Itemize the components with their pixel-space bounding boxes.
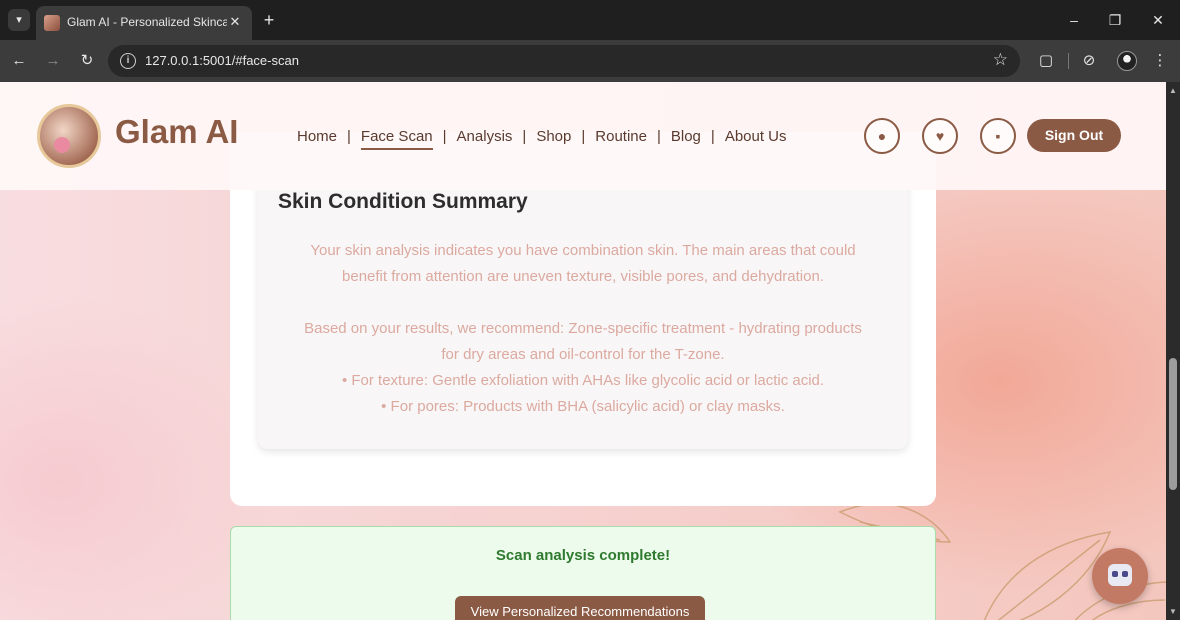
url-text[interactable]: 127.0.0.1:5001/#face-scan [145,53,299,68]
forward-arrow-icon[interactable]: → [43,51,63,71]
page-viewport: Skin Condition Summary Your skin analysi… [0,82,1166,620]
profile-avatar-icon[interactable] [1117,51,1137,71]
nav-separator: | [347,128,351,145]
back-arrow-icon[interactable]: ← [9,51,29,71]
nav-separator: | [710,128,715,145]
nav-face-scan[interactable]: Face Scan [360,128,433,150]
main-nav: Home | Face Scan | Analysis | Shop | Routine | Blo… [297,128,787,150]
page-scrollbar[interactable]: ▲ ▼ [1166,82,1180,620]
scroll-up-arrow-icon[interactable]: ▲ [1169,86,1177,95]
scan-complete-message: Scan analysis complete! [495,547,671,564]
chatbot-launcher-button[interactable] [1092,548,1148,604]
nav-shop[interactable]: Shop [536,128,571,145]
user-account-icon[interactable]: ● [864,118,900,154]
nav-separator: | [442,128,447,145]
browser-toolbar: ← → ↻ i 127.0.0.1:5001/#face-scan ☆ ▢ ⊘ … [0,40,1180,82]
performance-icon[interactable]: ⊘ [1078,50,1100,72]
glam-ai-logo[interactable] [37,104,101,168]
view-recommendations-button[interactable]: View Personalized Recommendations [455,596,705,620]
reload-icon[interactable]: ↻ [77,51,97,71]
site-favicon-icon [44,15,60,31]
shopping-bag-icon[interactable]: ▪ [980,118,1016,154]
summary-line: Your skin analysis indicates you have co… [310,242,856,259]
nav-home[interactable]: Home [297,128,337,145]
bookmark-star-icon[interactable]: ☆ [993,50,1008,70]
address-bar[interactable]: i 127.0.0.1:5001/#face-scan ☆ [108,45,1020,77]
nav-about-us[interactable]: About Us [725,128,787,145]
more-menu-icon[interactable]: ⋮ [1149,50,1171,72]
new-tab-button[interactable]: + [258,9,280,31]
summary-line: Based on your results, we recommend: Zon… [304,320,862,337]
minimize-icon[interactable]: – [1062,10,1086,30]
close-window-icon[interactable]: ✕ [1146,10,1170,30]
tab-close-icon[interactable]: ✕ [226,13,244,31]
nav-analysis[interactable]: Analysis [457,128,513,145]
site-info-icon[interactable]: i [120,53,136,69]
sign-out-button[interactable]: Sign Out [1027,119,1121,152]
summary-body: Your skin analysis indicates you have co… [268,238,898,420]
summary-line: for dry areas and oil-control for the T-… [441,346,725,363]
summary-line: • For texture: Gentle exfoliation with A… [341,372,825,389]
site-header: Glam AI Home | Face Scan | Analysis | Shop | Rou… [0,82,1166,190]
toolbar-divider [1068,53,1069,69]
skin-summary-card: Skin Condition Summary Your skin analysi… [258,167,908,449]
summary-spacer [268,290,898,316]
summary-line: benefit from attention are uneven textur… [342,268,824,285]
nav-separator: | [522,128,527,145]
browser-tab-strip: ▾ Glam AI - Personalized Skincare ✕ + – … [0,0,1180,40]
wishlist-heart-icon[interactable]: ♥ [922,118,958,154]
summary-line: • For pores: Products with BHA (salicyli… [381,398,785,415]
nav-blog[interactable]: Blog [671,128,701,145]
tab-title: Glam AI - Personalized Skincare [67,15,227,29]
scroll-down-arrow-icon[interactable]: ▼ [1169,607,1177,616]
robot-icon [1108,564,1132,586]
brand-name[interactable]: Glam AI [115,113,238,151]
scrollbar-thumb[interactable] [1169,358,1177,490]
browser-tab[interactable]: Glam AI - Personalized Skincare ✕ [36,6,252,40]
nav-separator: | [656,128,661,145]
scan-complete-box: Scan analysis complete! View Personalize… [230,526,936,620]
nav-routine[interactable]: Routine [595,128,647,145]
robot-eye [1112,571,1118,577]
nav-separator: | [581,128,586,145]
logo-flower-icon [54,137,70,153]
summary-title: Skin Condition Summary [278,190,528,213]
robot-eye [1122,571,1128,577]
extensions-icon[interactable]: ▢ [1035,50,1057,72]
restore-window-icon[interactable]: ❐ [1103,10,1127,30]
tab-search-dropdown-icon[interactable]: ▾ [8,9,30,31]
